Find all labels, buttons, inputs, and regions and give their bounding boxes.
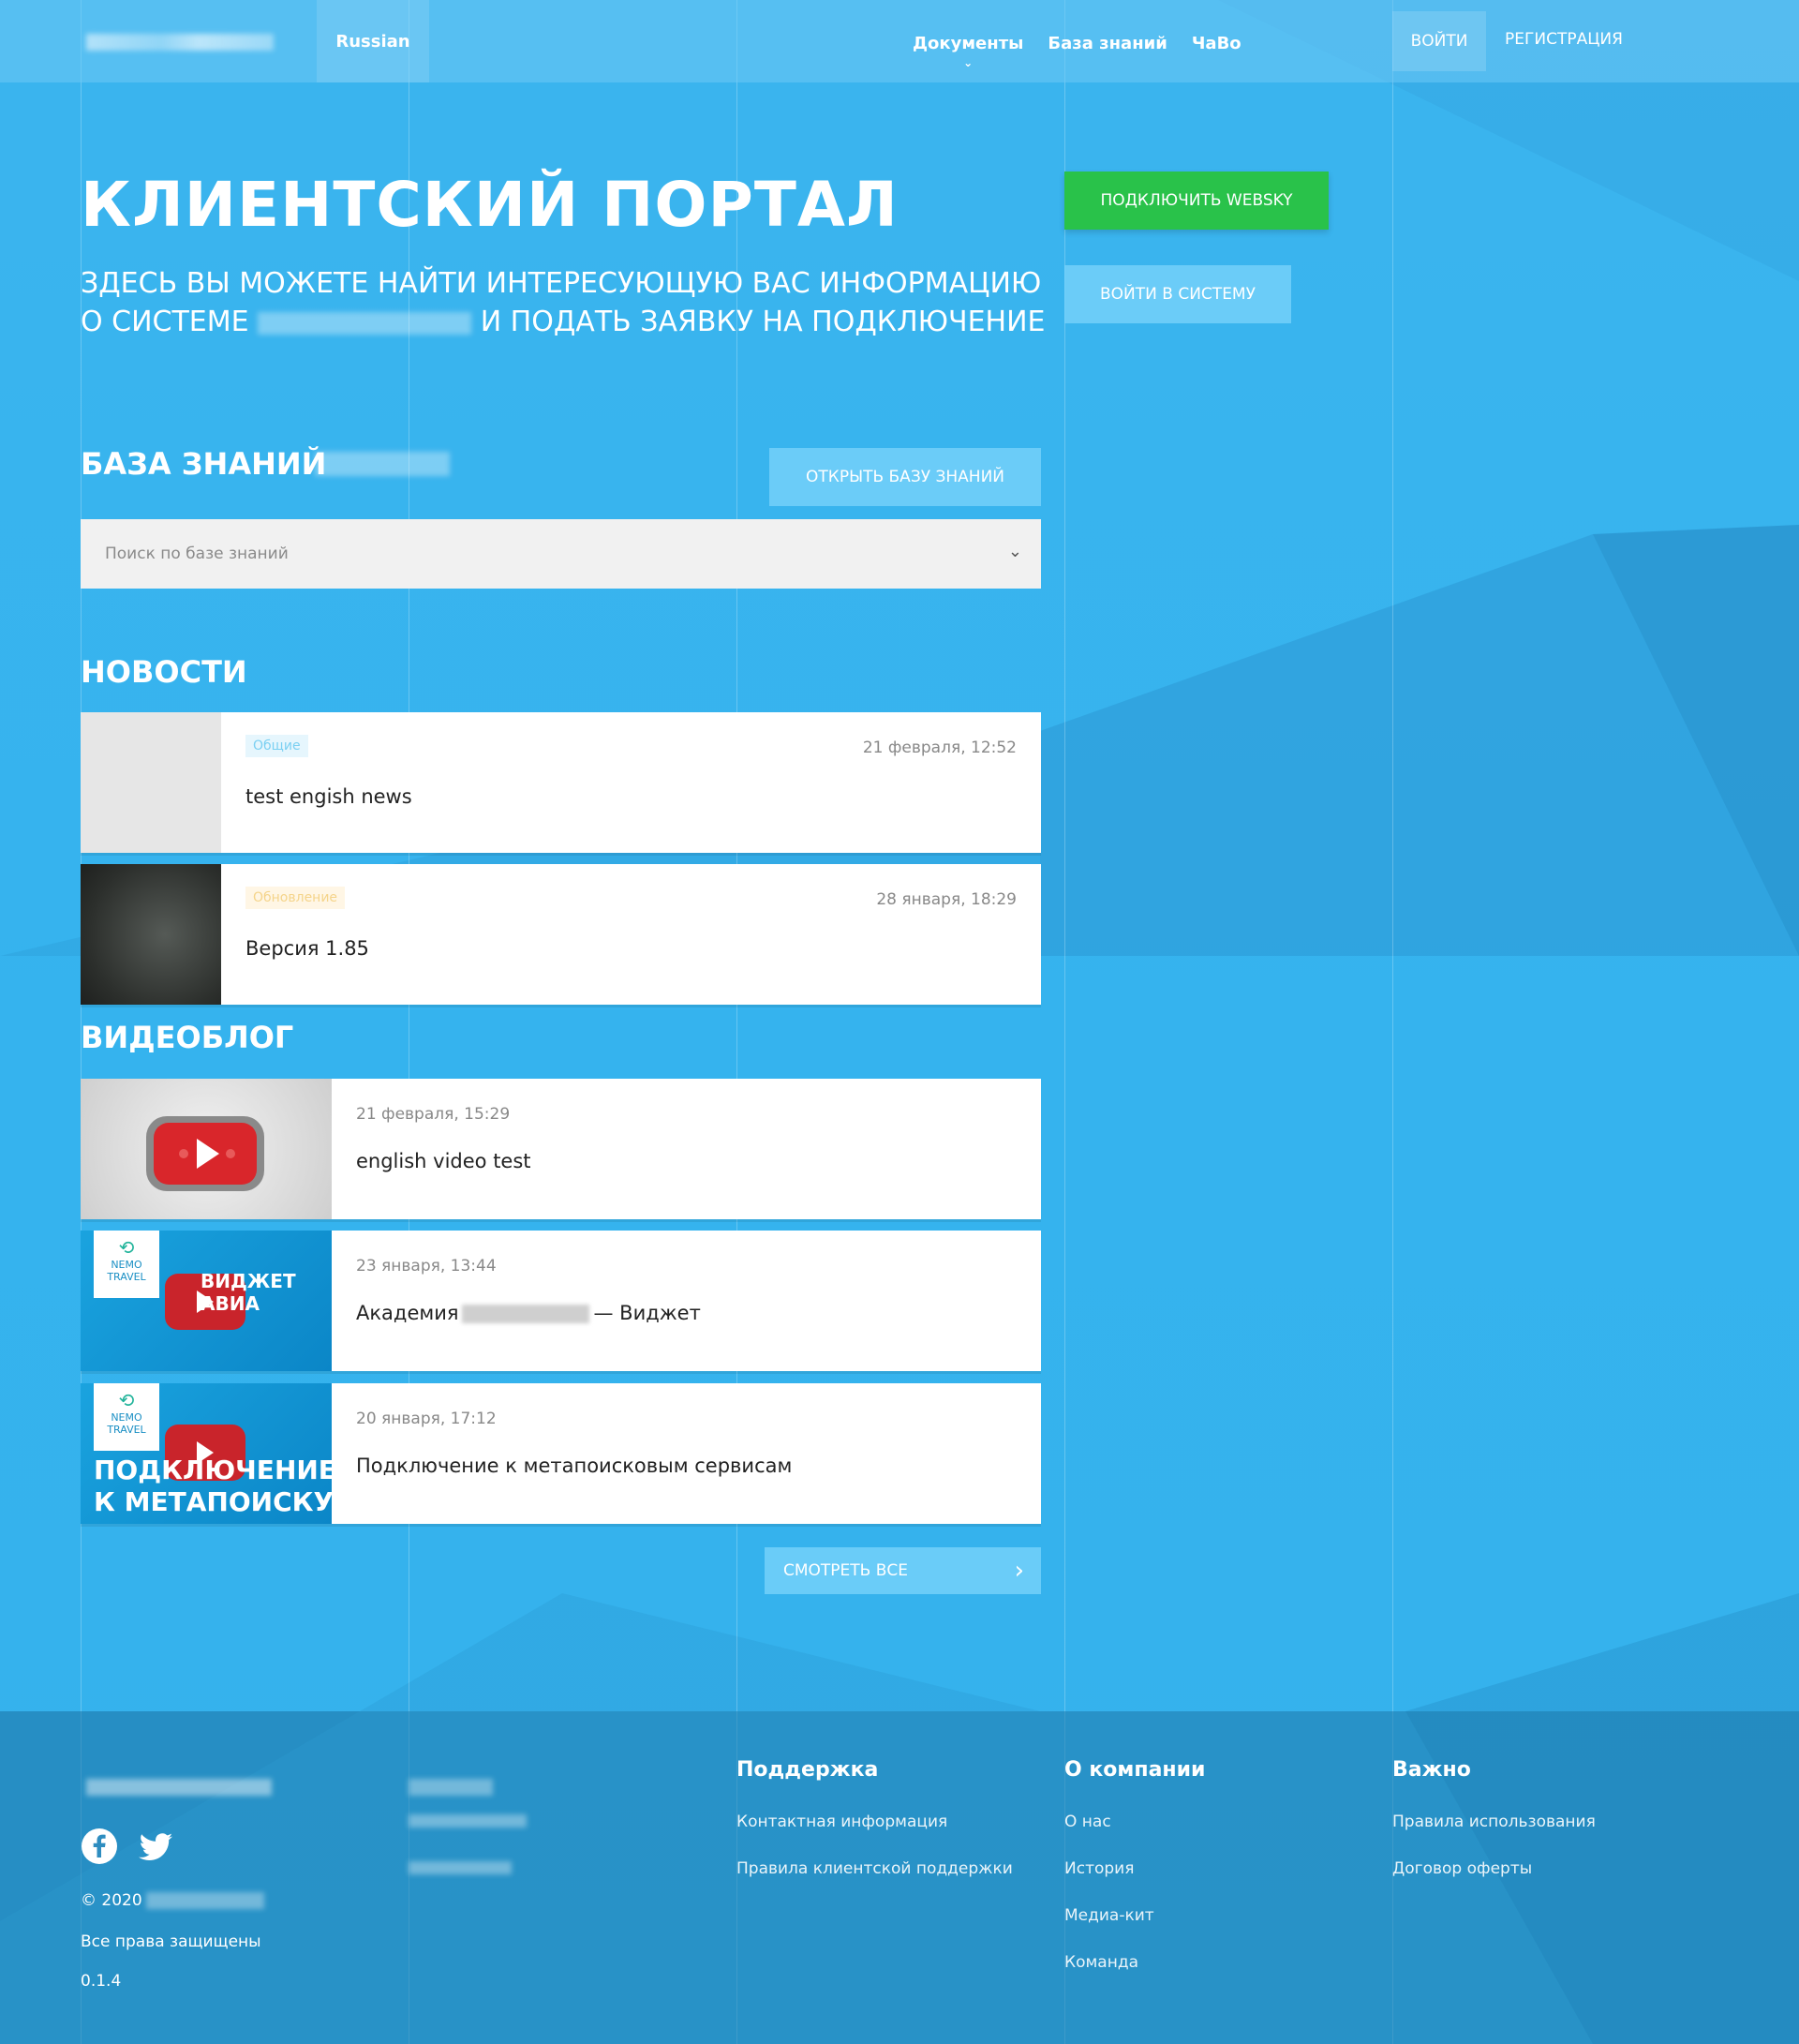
thumbnail-caption: ВИДЖЕТ АВИА <box>201 1270 296 1315</box>
nav-faq[interactable]: ЧаВо <box>1192 34 1241 53</box>
footer-link-team[interactable]: Команда <box>1064 1953 1138 1972</box>
news-title: НОВОСТИ <box>81 654 247 690</box>
news-date: 28 января, 18:29 <box>876 890 1017 909</box>
header: Russian Документы ⌄ База знаний ЧаВо ВОЙ… <box>0 0 1799 82</box>
chevron-down-icon[interactable]: ⌄ <box>1008 542 1022 561</box>
category-badge: Обновление <box>245 887 346 909</box>
social-links <box>81 1828 174 1865</box>
version-text: 0.1.4 <box>81 1972 122 1991</box>
redacted-system-name <box>258 311 472 335</box>
nav-documents-label: Документы <box>913 34 1024 53</box>
video-thumbnail: ⟲ NEMO TRAVEL ПОДКЛЮЧЕНИЕ К МЕТАПОИСКУ <box>81 1383 332 1524</box>
redacted-link[interactable] <box>409 1861 512 1874</box>
nemo-logo-text: NEMO TRAVEL <box>94 1259 159 1283</box>
see-all-button[interactable]: СМОТРЕТЬ ВСЕ › <box>765 1547 1041 1594</box>
copyright: © 2020 <box>81 1891 264 1910</box>
hero-subtitle-part2: И ПОДАТЬ ЗАЯВКУ НА ПОДКЛЮЧЕНИЕ <box>480 306 1046 338</box>
nemo-logo-text: NEMO TRAVEL <box>94 1411 159 1436</box>
redacted-column-title <box>409 1779 493 1796</box>
rights-text: Все права защищены <box>81 1932 261 1951</box>
thumbnail-caption: ПОДКЛЮЧЕНИЕ К МЕТАПОИСКУ <box>94 1455 332 1518</box>
video-thumbnail <box>81 1079 332 1219</box>
footer-link-offer[interactable]: Договор оферты <box>1392 1859 1532 1878</box>
footer-link-media-kit[interactable]: Медиа-кит <box>1064 1906 1154 1925</box>
video-item[interactable]: ⟲ NEMO TRAVEL ПОДКЛЮЧЕНИЕ К МЕТАПОИСКУ 20 … <box>81 1383 1041 1524</box>
nav-documents[interactable]: Документы ⌄ <box>913 34 1024 69</box>
logo-line: TRAVEL <box>107 1271 146 1283</box>
connect-websky-button[interactable]: ПОДКЛЮЧИТЬ WEBSKY <box>1064 172 1329 230</box>
category-badge: Общие <box>245 735 308 757</box>
news-thumbnail <box>81 864 221 1005</box>
video-title-text: english video test <box>356 1150 531 1172</box>
video-date: 21 февраля, 15:29 <box>356 1105 511 1124</box>
twitter-icon[interactable] <box>137 1828 174 1865</box>
nemo-travel-logo: ⟲ NEMO TRAVEL <box>94 1383 159 1451</box>
footer-support-title: Поддержка <box>736 1758 879 1782</box>
footer-company-title: О компании <box>1064 1758 1206 1782</box>
video-item[interactable]: 21 февраля, 15:29 english video test <box>81 1079 1041 1219</box>
logo[interactable] <box>86 34 274 51</box>
nemo-logo-icon: ⟲ <box>118 1236 135 1259</box>
footer: © 2020 Все права защищены 0.1.4 Поддержк… <box>0 1711 1799 2044</box>
video-thumbnail: ⟲ NEMO TRAVEL ВИДЖЕТ АВИА <box>81 1231 332 1371</box>
video-title-text: Академия — Виджет <box>356 1302 701 1324</box>
video-date: 23 января, 13:44 <box>356 1257 497 1276</box>
caption-line: ПОДКЛЮЧЕНИЕ <box>94 1455 332 1485</box>
logo-line: TRAVEL <box>107 1424 146 1436</box>
news-title-text: Версия 1.85 <box>245 937 369 960</box>
video-title-post: — Виджет <box>593 1302 701 1324</box>
see-all-label: СМОТРЕТЬ ВСЕ <box>783 1561 909 1580</box>
nemo-logo-icon: ⟲ <box>118 1389 135 1411</box>
page-title: КЛИЕНТСКИЙ ПОРТАЛ <box>81 169 899 241</box>
footer-important-title: Важно <box>1392 1758 1471 1782</box>
news-item[interactable]: Обновление 28 января, 18:29 Версия 1.85 <box>81 864 1041 1005</box>
video-title-text: Подключение к метапоисковым сервисам <box>356 1455 793 1477</box>
caption-line: АВИА <box>201 1292 260 1315</box>
knowledge-base-search: ⌄ <box>81 519 1041 589</box>
chevron-down-icon: ⌄ <box>963 56 974 69</box>
hero-subtitle: ЗДЕСЬ ВЫ МОЖЕТЕ НАЙТИ ИНТЕРЕСУЮЩУЮ ВАС И… <box>81 264 1046 341</box>
register-button[interactable]: РЕГИСТРАЦИЯ <box>1505 30 1623 49</box>
enter-system-button[interactable]: ВОЙТИ В СИСТЕМУ <box>1064 265 1291 323</box>
video-item[interactable]: ⟲ NEMO TRAVEL ВИДЖЕТ АВИА 23 января, 13:44… <box>81 1231 1041 1371</box>
footer-link-support-rules[interactable]: Правила клиентской поддержки <box>736 1859 1013 1878</box>
search-input[interactable] <box>105 519 967 589</box>
logo-line: NEMO <box>111 1259 142 1271</box>
footer-link-contacts[interactable]: Контактная информация <box>736 1813 947 1831</box>
knowledge-base-title: БАЗА ЗНАНИЙ <box>81 446 327 482</box>
redacted-brand <box>315 452 450 476</box>
footer-link-about[interactable]: О нас <box>1064 1813 1111 1831</box>
videoblog-title: ВИДЕОБЛОГ <box>81 1020 294 1055</box>
footer-logo[interactable] <box>86 1779 272 1796</box>
video-date: 20 января, 17:12 <box>356 1410 497 1428</box>
news-item[interactable]: Общие 21 февраля, 12:52 test engish news <box>81 712 1041 853</box>
login-button[interactable]: ВОЙТИ <box>1392 11 1486 71</box>
nav-knowledge-base[interactable]: База знаний <box>1048 34 1167 53</box>
video-title-pre: Академия <box>356 1302 459 1324</box>
footer-link-terms[interactable]: Правила использования <box>1392 1813 1596 1831</box>
main-nav: Документы ⌄ База знаний ЧаВо <box>913 34 1241 69</box>
news-title-text: test engish news <box>245 785 412 808</box>
youtube-play-icon <box>146 1116 264 1191</box>
logo-line: NEMO <box>111 1411 142 1424</box>
redacted-link[interactable] <box>409 1814 527 1828</box>
facebook-icon[interactable] <box>81 1828 118 1865</box>
redacted-brand <box>462 1305 590 1323</box>
nemo-travel-logo: ⟲ NEMO TRAVEL <box>94 1231 159 1298</box>
news-date: 21 февраля, 12:52 <box>862 739 1017 757</box>
open-knowledge-base-button[interactable]: ОТКРЫТЬ БАЗУ ЗНАНИЙ <box>769 448 1041 506</box>
footer-link-history[interactable]: История <box>1064 1859 1134 1878</box>
copyright-text: © 2020 <box>81 1891 142 1910</box>
news-thumbnail <box>81 712 221 853</box>
caption-line: ВИДЖЕТ <box>201 1270 296 1292</box>
chevron-right-icon: › <box>1014 1557 1024 1585</box>
caption-line: К МЕТАПОИСКУ <box>94 1486 332 1517</box>
language-selector[interactable]: Russian <box>317 0 429 82</box>
redacted-company <box>145 1892 264 1909</box>
